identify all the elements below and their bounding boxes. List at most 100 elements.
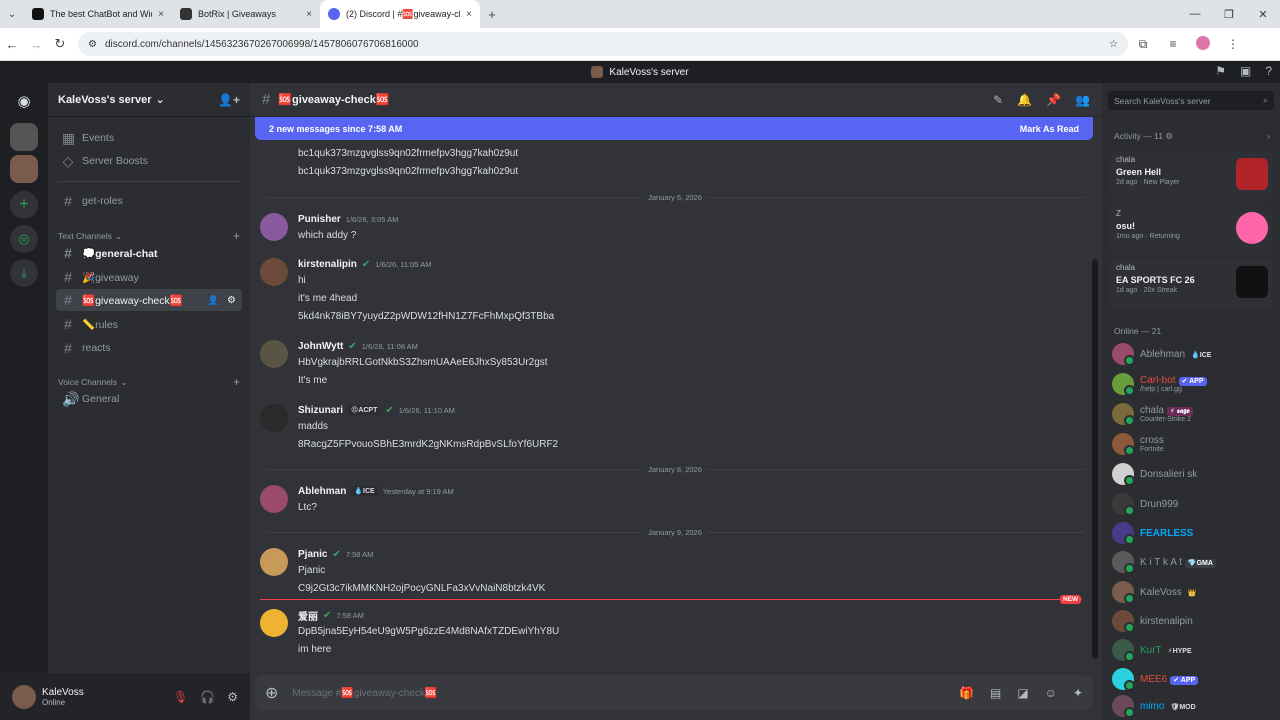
apps-icon[interactable]: ✦ [1073, 686, 1083, 700]
avatar[interactable] [260, 404, 288, 432]
headphones-icon[interactable]: 🎧 [200, 690, 215, 704]
threads-icon[interactable]: ✎ [993, 93, 1003, 107]
site-info-icon[interactable]: ⚙ [88, 39, 97, 50]
channel-general-chat[interactable]: # 💭general-chat [56, 242, 242, 264]
member-item[interactable]: FEARLESS [1112, 520, 1274, 546]
sidebar-item-events[interactable]: ▦ Events [56, 127, 242, 149]
message-author[interactable]: Pjanic [298, 549, 327, 560]
activity-card[interactable]: chala Green Hell 2d ago · New Player [1110, 151, 1272, 201]
gear-icon[interactable]: ⚙ [227, 690, 238, 704]
menu-icon[interactable]: ⋮ [1218, 37, 1248, 51]
category-voice-channels[interactable]: Voice Channels ⌄ + [58, 375, 240, 389]
bell-icon[interactable]: 🔔 [1017, 93, 1032, 107]
member-item[interactable]: kirstenalipin [1112, 608, 1274, 634]
server-icon[interactable] [10, 123, 38, 151]
discord-home-icon[interactable]: ◉ [10, 87, 38, 115]
avatar[interactable] [260, 258, 288, 286]
inbox-icon[interactable]: ▣ [1240, 64, 1251, 78]
download-icon[interactable]: ⤓ [10, 259, 38, 287]
sidebar-item-server-boosts[interactable]: ◇ Server Boosts [56, 150, 242, 172]
member-item[interactable]: K i T k A t 💎GMA [1112, 549, 1274, 575]
avatar[interactable] [260, 340, 288, 368]
add-attachment-icon[interactable]: ⊕ [265, 683, 278, 703]
member-item[interactable]: cross Fortnite [1112, 431, 1274, 457]
user-info[interactable]: KaleVoss Online [42, 687, 84, 707]
activity-card[interactable]: Z osu! 1mo ago · Returning [1110, 205, 1272, 255]
help-icon[interactable]: ? [1265, 64, 1272, 78]
close-icon[interactable]: × [466, 9, 472, 20]
pin-icon[interactable]: 📌 [1046, 93, 1061, 107]
browser-tab-2[interactable]: BotRix | Giveaways × [172, 0, 320, 28]
server-header[interactable]: KaleVoss's server ⌄ 👤+ [48, 83, 250, 117]
mark-as-read-button[interactable]: Mark As Read [1020, 124, 1079, 134]
add-channel-icon[interactable]: + [233, 229, 240, 243]
avatar[interactable] [260, 485, 288, 513]
member-item[interactable]: Carl-bot ✔ APP/help | carl.gg [1112, 371, 1274, 397]
server-icon-active[interactable] [10, 155, 38, 183]
channel-rules[interactable]: # 📏rules [56, 313, 242, 335]
chevron-right-icon[interactable]: › [1267, 131, 1270, 142]
member-item[interactable]: Donsalieri sk [1112, 461, 1274, 487]
avatar[interactable] [12, 684, 36, 709]
sticker-icon[interactable]: ◪ [1017, 686, 1028, 700]
search-input[interactable]: Search KaleVoss's server ⌕ [1108, 91, 1274, 110]
maximize-icon[interactable]: ❐ [1212, 8, 1246, 21]
member-item[interactable]: KaleVoss 👑 [1112, 579, 1274, 605]
member-item[interactable]: mimo 🛡MOD [1112, 693, 1274, 719]
member-item[interactable]: chala ⚡ 𝖘𝖆𝖌𝖔 Counter-Strike 2 [1112, 401, 1274, 427]
microphone-muted-icon[interactable]: 🎙 [173, 690, 188, 704]
message-author[interactable]: Shizunari [298, 405, 343, 416]
member-item[interactable]: MEE6 ✔ APP [1112, 666, 1274, 692]
gift-icon[interactable]: 🎁 [959, 686, 974, 700]
avatar[interactable] [260, 213, 288, 241]
minimize-icon[interactable]: — [1178, 8, 1212, 20]
message-composer[interactable]: ⊕ Message #🆘giveaway-check🆘 🎁 ▤ ◪ ☺ ✦ [255, 675, 1093, 711]
browser-tab-3[interactable]: (2) Discord | #🆘giveaway-check × [320, 0, 480, 28]
activity-card[interactable]: chala EA SPORTS FC 26 1d ago · 20x Strea… [1110, 259, 1272, 309]
channel-get-roles[interactable]: # get-roles [56, 190, 242, 212]
forward-icon[interactable]: → [24, 37, 48, 52]
message-author[interactable]: 爱丽 [298, 608, 318, 623]
voice-channel-general[interactable]: 🔊 General [56, 388, 242, 410]
back-icon[interactable]: ← [0, 37, 24, 52]
gif-icon[interactable]: ▤ [990, 686, 1001, 700]
member-item[interactable]: Ablehman 💧ICE [1112, 341, 1274, 367]
extensions-icon[interactable]: ⧉ [1128, 37, 1158, 52]
message-author[interactable]: Ablehman [298, 486, 346, 497]
discover-icon[interactable]: ◎ [10, 225, 38, 253]
activity-header[interactable]: Activity — 11 ⚙ › [1114, 131, 1270, 142]
member-item[interactable]: KurT ⚡HYPE [1112, 637, 1274, 663]
message-author[interactable]: JohnWytt [298, 341, 343, 352]
member-list-icon[interactable]: 👥 [1075, 93, 1090, 107]
reload-icon[interactable]: ↻ [48, 36, 72, 52]
close-window-icon[interactable]: ✕ [1246, 8, 1280, 21]
new-messages-bar[interactable]: 2 new messages since 7:58 AM Mark As Rea… [255, 117, 1093, 140]
message-author[interactable]: Punisher [298, 214, 341, 225]
gear-icon[interactable]: ⚙ [227, 295, 236, 306]
channel-giveaway[interactable]: # 🎉giveaway [56, 266, 242, 288]
profile-icon[interactable] [1188, 35, 1218, 53]
flag-icon[interactable]: ⚑ [1215, 64, 1226, 78]
emoji-icon[interactable]: ☺ [1045, 686, 1057, 700]
channel-reacts[interactable]: # reacts [56, 337, 242, 359]
add-channel-icon[interactable]: + [233, 375, 240, 389]
close-icon[interactable]: × [306, 9, 312, 20]
browser-tab-1[interactable]: The best ChatBot and Widgets × [24, 0, 172, 28]
category-text-channels[interactable]: Text Channels ⌄ + [58, 229, 240, 243]
channel-giveaway-check[interactable]: # 🆘giveaway-check🆘 👤 ⚙ [56, 289, 242, 311]
message-author[interactable]: kirstenalipin [298, 259, 357, 270]
new-tab-button[interactable]: + [480, 7, 504, 22]
invite-icon[interactable]: 👤 [208, 295, 219, 306]
add-server-icon[interactable]: + [10, 191, 38, 219]
url-field[interactable]: ⚙ discord.com/channels/14563236702670069… [78, 32, 1128, 56]
member-item[interactable]: Drun999 [1112, 491, 1274, 517]
message-input[interactable]: Message #🆘giveaway-check🆘 [292, 688, 437, 699]
bookmark-star-icon[interactable]: ☆ [1109, 39, 1118, 50]
invite-people-icon[interactable]: 👤+ [218, 93, 240, 107]
avatar[interactable] [260, 609, 288, 637]
media-icon[interactable]: ≡ [1158, 37, 1188, 51]
tab-search-icon[interactable]: ⌄ [0, 9, 24, 20]
avatar[interactable] [260, 548, 288, 576]
scrollbar[interactable] [1092, 259, 1098, 659]
close-icon[interactable]: × [158, 9, 164, 20]
